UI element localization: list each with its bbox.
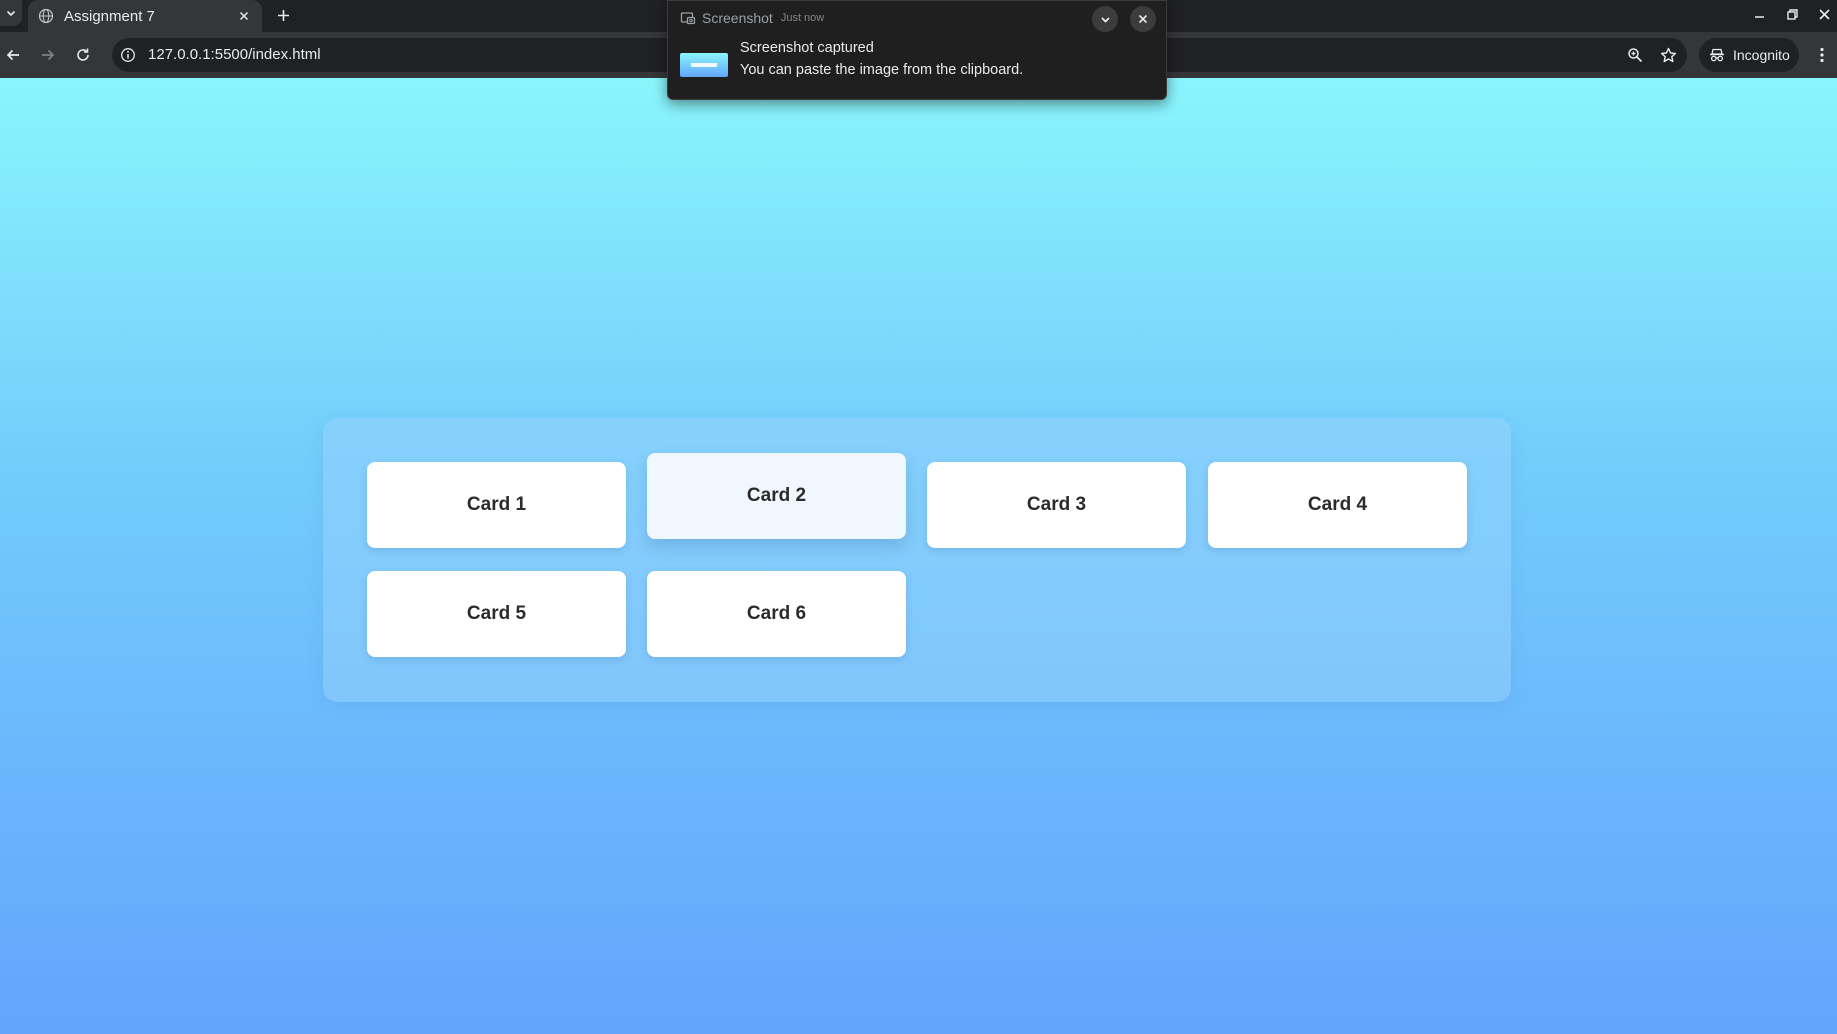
card[interactable]: Card 2	[647, 453, 906, 539]
chevron-down-icon	[1100, 16, 1110, 23]
chevron-down-icon	[6, 10, 16, 17]
tab-search-button[interactable]	[0, 0, 22, 26]
forward-button[interactable]	[36, 43, 60, 67]
restore-icon	[1786, 8, 1798, 20]
browser-tab[interactable]: Assignment 7	[28, 0, 262, 32]
page-viewport: Card 1 Card 2 Card 3 Card 4 Card 5 Card …	[0, 78, 1837, 1034]
card-grid-container: Card 1 Card 2 Card 3 Card 4 Card 5 Card …	[323, 418, 1511, 702]
incognito-profile-button[interactable]: Incognito	[1699, 38, 1799, 72]
thumbnail-content	[691, 63, 717, 67]
incognito-icon	[1709, 47, 1725, 63]
notification-header: Screenshot Just now	[680, 10, 824, 26]
card-label: Card 5	[466, 603, 527, 624]
url-text: 127.0.0.1:5500/index.html	[148, 46, 321, 63]
plus-icon	[277, 9, 289, 21]
card[interactable]: Card 5	[367, 571, 626, 657]
card-label: Card 1	[466, 494, 527, 515]
screenshot-notification[interactable]: Screenshot Just now Screenshot captured …	[667, 0, 1167, 100]
notification-time: Just now	[780, 12, 825, 24]
card-label: Card 6	[746, 603, 807, 624]
close-icon	[1818, 8, 1830, 20]
minimize-button[interactable]	[1748, 4, 1770, 24]
tab-title: Assignment 7	[64, 7, 155, 25]
notification-expand-button[interactable]	[1092, 6, 1118, 32]
screenshot-icon	[680, 10, 696, 26]
reload-button[interactable]	[71, 43, 95, 67]
close-icon	[1138, 14, 1148, 24]
restore-button[interactable]	[1781, 4, 1803, 24]
notification-close-button[interactable]	[1130, 6, 1156, 32]
back-button[interactable]	[1, 43, 25, 67]
site-info-icon[interactable]	[120, 47, 136, 63]
card-label: Card 3	[1026, 494, 1087, 515]
bookmark-star-icon[interactable]	[1659, 46, 1677, 64]
incognito-label: Incognito	[1733, 47, 1790, 63]
minimize-icon	[1754, 15, 1764, 18]
reload-icon	[77, 48, 89, 61]
notification-app-name: Screenshot	[702, 10, 773, 26]
card[interactable]: Card 3	[927, 462, 1186, 548]
close-window-button[interactable]	[1813, 4, 1835, 24]
arrow-left-icon	[6, 49, 19, 61]
screenshot-thumbnail	[680, 53, 728, 77]
more-vertical-icon	[1820, 47, 1824, 63]
notification-title: Screenshot captured	[740, 40, 874, 56]
card-label: Card 2	[746, 485, 807, 506]
new-tab-button[interactable]	[272, 4, 294, 26]
notification-body: You can paste the image from the clipboa…	[740, 62, 1024, 78]
card[interactable]: Card 6	[647, 571, 906, 657]
close-icon[interactable]	[236, 8, 252, 24]
arrow-right-icon	[42, 49, 55, 61]
zoom-icon[interactable]	[1626, 46, 1644, 64]
card-label: Card 4	[1307, 494, 1368, 515]
globe-icon	[38, 8, 54, 24]
card[interactable]: Card 1	[367, 462, 626, 548]
browser-menu-button[interactable]	[1812, 43, 1832, 67]
card[interactable]: Card 4	[1208, 462, 1467, 548]
